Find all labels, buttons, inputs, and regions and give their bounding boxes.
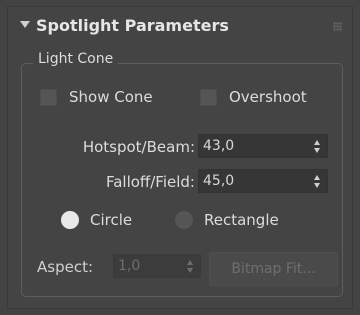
spinner-arrows-icon[interactable] xyxy=(314,140,322,153)
rectangle-radio-row[interactable]: Rectangle xyxy=(175,211,279,229)
rectangle-label[interactable]: Rectangle xyxy=(204,211,279,229)
rectangle-radio[interactable] xyxy=(175,211,193,229)
overshoot-checkbox-row[interactable]: Overshoot xyxy=(200,88,307,106)
falloff-field-spinner[interactable]: 45,0 xyxy=(198,169,328,193)
hotspot-beam-spinner[interactable]: 43,0 xyxy=(198,134,328,158)
aspect-spinner[interactable]: 1,0 xyxy=(113,254,201,278)
collapse-arrow-icon[interactable] xyxy=(20,21,30,28)
rollout-title[interactable]: Spotlight Parameters xyxy=(36,16,229,35)
falloff-field-value[interactable]: 45,0 xyxy=(203,173,234,189)
bitmap-fit-button[interactable]: Bitmap Fit... xyxy=(209,252,338,286)
aspect-value[interactable]: 1,0 xyxy=(118,258,140,274)
overshoot-checkbox[interactable] xyxy=(200,88,217,106)
spinner-arrows-icon[interactable] xyxy=(187,260,195,273)
spinner-arrows-icon[interactable] xyxy=(314,175,322,188)
falloff-field-label: Falloff/Field: xyxy=(105,173,195,191)
rollout-header[interactable]: Spotlight Parameters xyxy=(8,7,352,47)
aspect-label: Aspect: xyxy=(37,258,94,276)
light-cone-group-label: Light Cone xyxy=(33,51,119,67)
circle-radio[interactable] xyxy=(61,211,79,229)
circle-label[interactable]: Circle xyxy=(90,211,132,229)
show-cone-label[interactable]: Show Cone xyxy=(69,88,153,106)
hotspot-beam-label: Hotspot/Beam: xyxy=(82,138,195,156)
grip-dots-icon[interactable] xyxy=(333,22,342,31)
hotspot-beam-value[interactable]: 43,0 xyxy=(203,138,234,154)
show-cone-checkbox[interactable] xyxy=(40,88,57,106)
overshoot-label[interactable]: Overshoot xyxy=(229,88,307,106)
circle-radio-row[interactable]: Circle xyxy=(61,211,132,229)
show-cone-checkbox-row[interactable]: Show Cone xyxy=(40,88,153,106)
